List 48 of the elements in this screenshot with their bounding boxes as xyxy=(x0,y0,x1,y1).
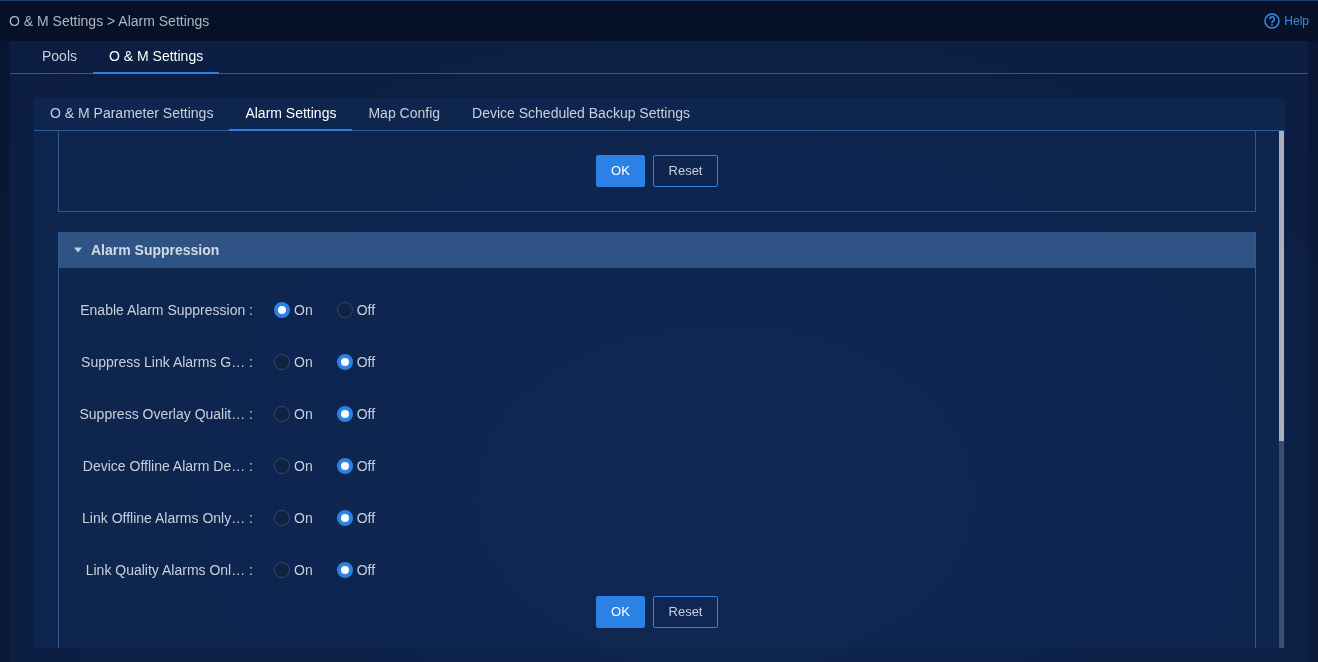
breadcrumb: O & M Settings > Alarm Settings xyxy=(9,11,210,31)
help-link[interactable]: Help xyxy=(1264,12,1309,30)
tab[interactable]: Device Scheduled Backup Settings xyxy=(456,98,706,131)
radio-option[interactable]: Off xyxy=(336,455,376,477)
radio-option[interactable]: On xyxy=(274,455,313,477)
radio-option[interactable]: On xyxy=(274,559,313,581)
radio-button[interactable] xyxy=(336,458,353,474)
field-label: Suppress Link Alarms G… : xyxy=(80,352,254,372)
ok-button[interactable]: OK xyxy=(596,155,645,187)
radio-option[interactable]: On xyxy=(274,351,313,373)
help-label: Help xyxy=(1284,13,1309,30)
radio-option[interactable]: Off xyxy=(336,507,376,529)
help-icon xyxy=(1264,13,1281,29)
field-label: Link Offline Alarms Only… : xyxy=(81,508,254,528)
caret-icon xyxy=(73,247,83,253)
radio-button[interactable] xyxy=(274,302,290,318)
radio-button[interactable] xyxy=(336,406,353,422)
field-label: Suppress Overlay Qualit… : xyxy=(78,404,254,424)
section-header[interactable]: Alarm Suppression xyxy=(59,232,1255,268)
tab[interactable]: Alarm Settings xyxy=(229,98,353,131)
radio-button[interactable] xyxy=(336,354,353,370)
radio-option[interactable]: Off xyxy=(336,299,376,321)
reset-button[interactable]: Reset xyxy=(653,596,718,628)
radio-option[interactable]: Off xyxy=(336,559,376,581)
scrollbar-thumb[interactable] xyxy=(1279,131,1284,441)
tab[interactable]: Map Config xyxy=(352,98,457,131)
field-label: Enable Alarm Suppression : xyxy=(79,300,254,320)
radio-option[interactable]: On xyxy=(274,299,313,321)
radio-button[interactable] xyxy=(336,562,353,578)
field-label: Device Offline Alarm De… : xyxy=(81,456,254,476)
radio-button[interactable] xyxy=(336,302,353,318)
radio-option[interactable]: On xyxy=(274,507,313,529)
radio-option[interactable]: Off xyxy=(336,351,376,373)
tab[interactable]: O & M Settings xyxy=(93,41,220,74)
radio-button[interactable] xyxy=(274,562,290,578)
radio-button[interactable] xyxy=(274,354,290,370)
ok-button[interactable]: OK xyxy=(596,596,645,628)
section-title: Alarm Suppression xyxy=(91,240,220,260)
tab[interactable]: Pools xyxy=(26,41,94,74)
radio-button[interactable] xyxy=(274,458,290,474)
radio-button[interactable] xyxy=(336,510,353,526)
field-label: Link Quality Alarms Onl… : xyxy=(84,560,254,580)
reset-button[interactable]: Reset xyxy=(653,155,718,187)
radio-button[interactable] xyxy=(274,406,290,422)
radio-button[interactable] xyxy=(274,510,290,526)
radio-option[interactable]: On xyxy=(274,403,313,425)
radio-option[interactable]: Off xyxy=(336,403,376,425)
tab[interactable]: O & M Parameter Settings xyxy=(34,98,230,131)
